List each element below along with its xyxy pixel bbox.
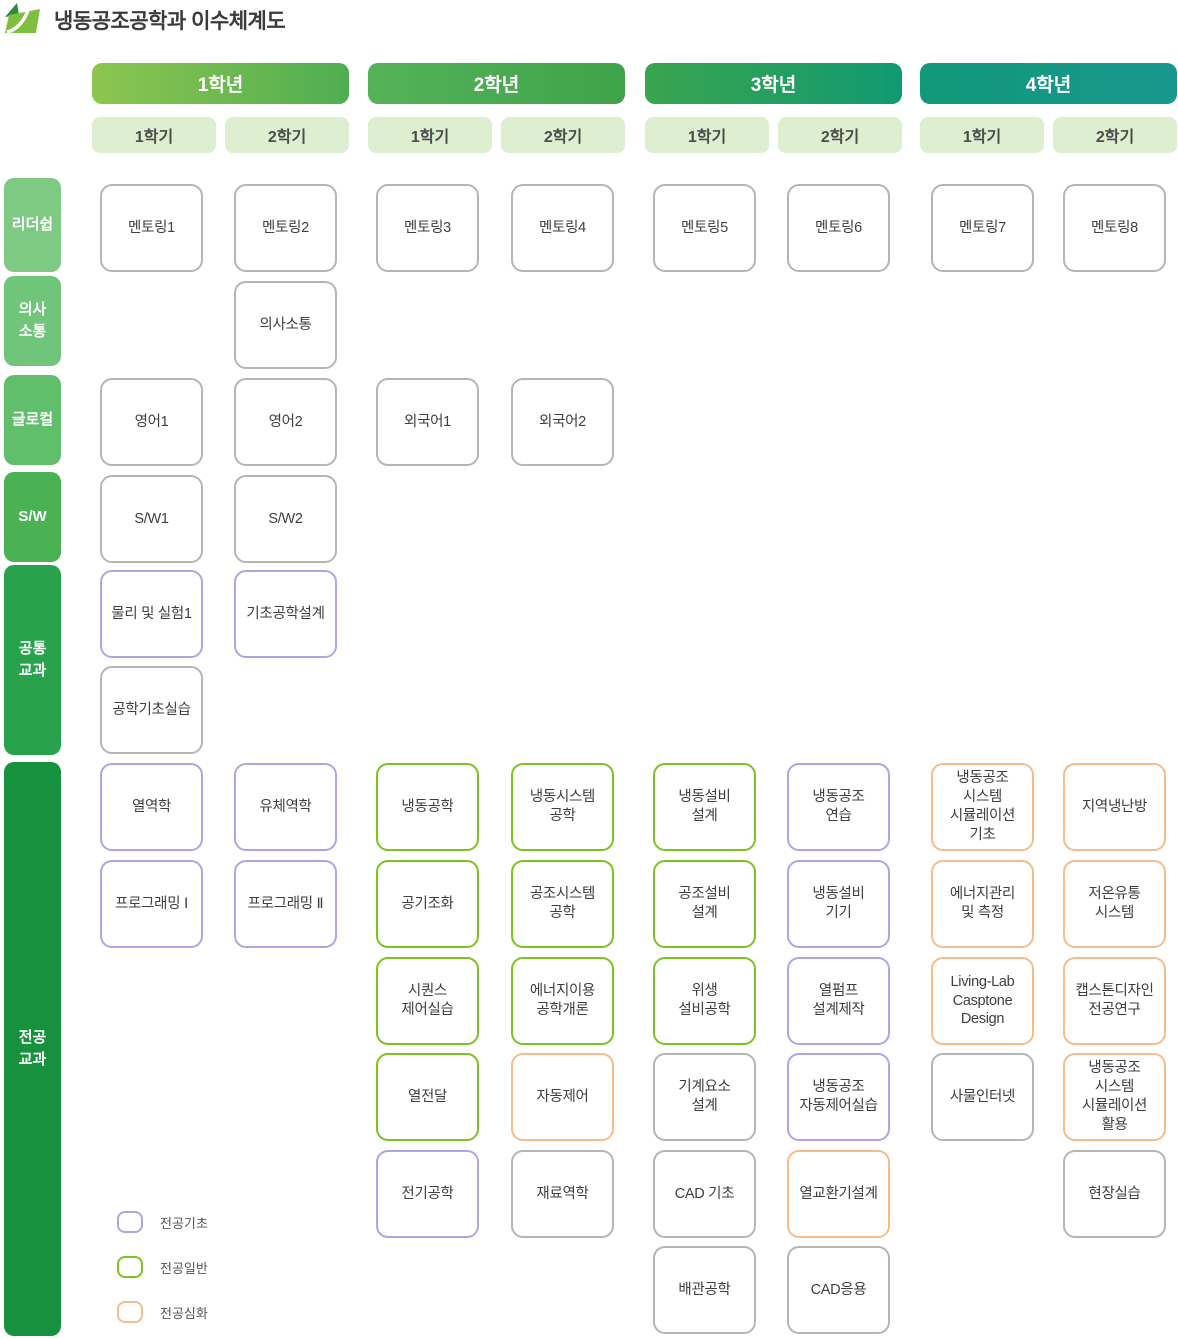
- leaf-logo-icon: [4, 2, 42, 38]
- course-box: 현장실습: [1063, 1150, 1166, 1238]
- sidebar-item-major-courses: 전공 교과: [4, 762, 61, 1336]
- legend-label: 전공기초: [160, 1213, 208, 1232]
- semester-header-year-1-s2: 2학기: [225, 117, 349, 153]
- course-box: 냉동공조 연습: [787, 763, 890, 851]
- course-box: 멘토링1: [100, 184, 203, 272]
- semester-header-year-4-s2: 2학기: [1053, 117, 1177, 153]
- course-box: 공기조화: [376, 860, 479, 948]
- course-box: 자동제어: [511, 1053, 614, 1141]
- semester-header-year-1-s1: 1학기: [92, 117, 216, 153]
- course-box: 멘토링7: [931, 184, 1034, 272]
- course-box: 멘토링4: [511, 184, 614, 272]
- course-box: 기초공학설계: [234, 570, 337, 658]
- sidebar-item-leadership: 리더쉽: [4, 178, 61, 272]
- course-box: 멘토링3: [376, 184, 479, 272]
- course-box: 시퀀스 제어실습: [376, 957, 479, 1045]
- course-box: 열역학: [100, 763, 203, 851]
- course-box: 기계요소 설계: [653, 1053, 756, 1141]
- semester-header-year-2-s2: 2학기: [501, 117, 625, 153]
- legend-item-major-general: 전공일반: [117, 1256, 208, 1278]
- legend-item-major-basic: 전공기초: [117, 1211, 208, 1233]
- page-header: 냉동공조공학과 이수체계도: [4, 2, 285, 38]
- course-box: 영어1: [100, 378, 203, 466]
- course-box: 에너지관리 및 측정: [931, 860, 1034, 948]
- course-box: 캡스톤디자인 전공연구: [1063, 957, 1166, 1045]
- course-box: 공조설비 설계: [653, 860, 756, 948]
- course-box: 냉동시스템 공학: [511, 763, 614, 851]
- course-box: CAD응용: [787, 1246, 890, 1334]
- year-header-year-2: 2학년: [368, 63, 625, 104]
- course-box: 영어2: [234, 378, 337, 466]
- course-box: 냉동설비 설계: [653, 763, 756, 851]
- semester-header-year-3-s2: 2학기: [778, 117, 902, 153]
- curriculum-diagram: 냉동공조공학과 이수체계도 1학년2학년3학년4학년 1학기2학기1학기2학기1…: [0, 0, 1178, 1339]
- course-box: 에너지이용 공학개론: [511, 957, 614, 1045]
- course-box: 물리 및 실험1: [100, 570, 203, 658]
- sidebar-item-communication: 의사 소통: [4, 276, 61, 366]
- sidebar-item-sw: S/W: [4, 472, 61, 562]
- course-box: S/W2: [234, 475, 337, 563]
- legend-swatch-major-general: [117, 1256, 143, 1278]
- course-box: 냉동공학: [376, 763, 479, 851]
- semester-header-year-4-s1: 1학기: [920, 117, 1044, 153]
- course-box: 전기공학: [376, 1150, 479, 1238]
- course-box: 저온유통 시스템: [1063, 860, 1166, 948]
- semester-header-year-3-s1: 1학기: [645, 117, 769, 153]
- semester-header-year-2-s1: 1학기: [368, 117, 492, 153]
- course-box: 외국어2: [511, 378, 614, 466]
- course-box: 멘토링8: [1063, 184, 1166, 272]
- sidebar-item-global: 글로컬: [4, 375, 61, 465]
- course-box: 냉동설비 기기: [787, 860, 890, 948]
- course-box: 재료역학: [511, 1150, 614, 1238]
- course-box: 유체역학: [234, 763, 337, 851]
- course-box: 배관공학: [653, 1246, 756, 1334]
- course-box: CAD 기초: [653, 1150, 756, 1238]
- course-box: Living-Lab Casptone Design: [931, 957, 1034, 1045]
- course-box: 지역냉난방: [1063, 763, 1166, 851]
- course-box: 멘토링2: [234, 184, 337, 272]
- course-box: 열펌프 설계제작: [787, 957, 890, 1045]
- course-box: 냉동공조 시스템 시뮬레이션 활용: [1063, 1053, 1166, 1141]
- legend-label: 전공심화: [160, 1303, 208, 1322]
- year-header-year-4: 4학년: [920, 63, 1177, 104]
- course-box: 공학기초실습: [100, 666, 203, 754]
- year-header-year-1: 1학년: [92, 63, 349, 104]
- course-box: 열전달: [376, 1053, 479, 1141]
- course-box: 멘토링5: [653, 184, 756, 272]
- legend-swatch-major-basic: [117, 1211, 143, 1233]
- course-box: 프로그래밍 Ⅰ: [100, 860, 203, 948]
- legend-item-major-advanced: 전공심화: [117, 1301, 208, 1323]
- course-box: 사물인터넷: [931, 1053, 1034, 1141]
- legend-swatch-major-advanced: [117, 1301, 143, 1323]
- course-box: 외국어1: [376, 378, 479, 466]
- course-box: 냉동공조 시스템 시뮬레이션 기초: [931, 763, 1034, 851]
- sidebar-item-common-courses: 공통 교과: [4, 565, 61, 755]
- year-header-year-3: 3학년: [645, 63, 902, 104]
- course-box: 멘토링6: [787, 184, 890, 272]
- course-box: 공조시스템 공학: [511, 860, 614, 948]
- course-box: 위생 설비공학: [653, 957, 756, 1045]
- course-box: 열교환기설계: [787, 1150, 890, 1238]
- course-box: 냉동공조 자동제어실습: [787, 1053, 890, 1141]
- course-box: 의사소통: [234, 281, 337, 369]
- course-box: S/W1: [100, 475, 203, 563]
- course-box: 프로그래밍 Ⅱ: [234, 860, 337, 948]
- legend-label: 전공일반: [160, 1258, 208, 1277]
- page-title: 냉동공조공학과 이수체계도: [54, 5, 285, 35]
